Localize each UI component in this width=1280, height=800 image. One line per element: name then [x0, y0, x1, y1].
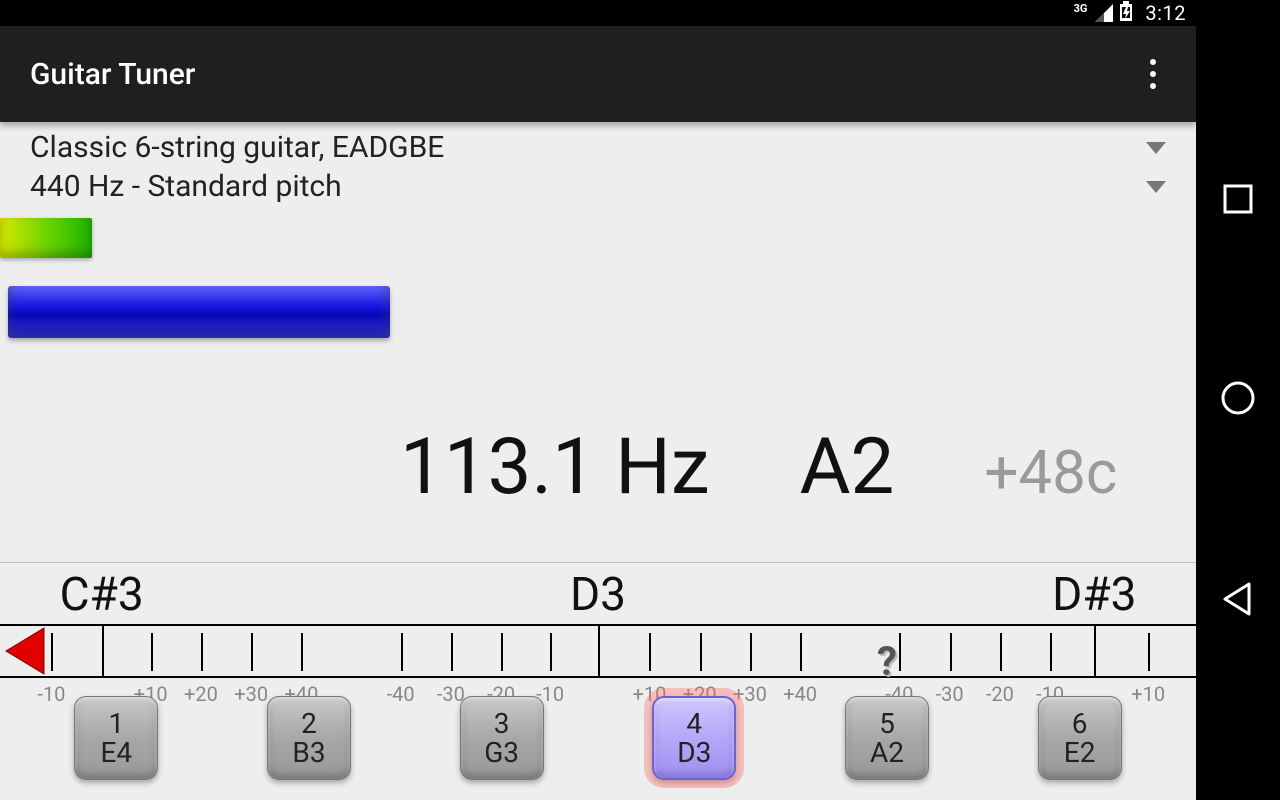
network-indicator: 3G: [1074, 2, 1088, 15]
string-button-5[interactable]: 5A2: [845, 696, 929, 780]
app-title: Guitar Tuner: [30, 57, 195, 92]
overflow-menu-button[interactable]: [1140, 49, 1166, 99]
level-meters: [0, 206, 1196, 346]
readout-row: 113.1 Hz A2 +48c: [0, 422, 1196, 513]
battery-icon: [1119, 1, 1133, 25]
scale-note-label: C#3: [60, 568, 144, 622]
scale-note-label: D#3: [1052, 568, 1136, 622]
action-bar: Guitar Tuner: [0, 26, 1196, 122]
system-nav-bar: [1196, 0, 1280, 800]
tuning-spinner-label: Classic 6-string guitar, EADGBE: [30, 130, 444, 165]
chevron-down-icon: [1146, 181, 1166, 193]
cents-readout: +48c: [984, 437, 1117, 508]
meter-bar-1: [0, 218, 92, 258]
string-button-2[interactable]: 2B3: [267, 696, 351, 780]
suggested-string-hint-icon: ?: [877, 638, 897, 685]
pitch-spinner-label: 440 Hz - Standard pitch: [30, 169, 342, 204]
chevron-down-icon: [1146, 142, 1166, 154]
string-button-4[interactable]: 4D3: [652, 696, 736, 780]
frequency-readout: 113.1 Hz: [400, 422, 710, 513]
home-button[interactable]: [1219, 379, 1257, 417]
pitch-indicator-arrow-icon: [0, 626, 48, 676]
pitch-scale: C#3D3D#3 -10+10+20+30+40-40-30-20-10+10+…: [0, 562, 1196, 706]
string-button-6[interactable]: 6E2: [1038, 696, 1122, 780]
scale-note-label: D3: [570, 568, 626, 622]
signal-icon: [1095, 4, 1113, 22]
recent-apps-button[interactable]: [1221, 182, 1255, 216]
clock: 3:12: [1145, 1, 1186, 25]
string-button-1[interactable]: 1E4: [74, 696, 158, 780]
tuning-spinner[interactable]: Classic 6-string guitar, EADGBE: [0, 122, 1196, 167]
note-readout: A2: [800, 422, 895, 513]
string-buttons-row: 1E42B33G34D3?5A26E2: [0, 696, 1196, 780]
status-bar: 3G 3:12: [0, 0, 1196, 26]
back-button[interactable]: [1219, 580, 1257, 618]
pitch-spinner[interactable]: 440 Hz - Standard pitch: [0, 167, 1196, 206]
content-area: Classic 6-string guitar, EADGBE 440 Hz -…: [0, 122, 1196, 800]
meter-bar-2: [8, 286, 390, 338]
string-button-3[interactable]: 3G3: [460, 696, 544, 780]
